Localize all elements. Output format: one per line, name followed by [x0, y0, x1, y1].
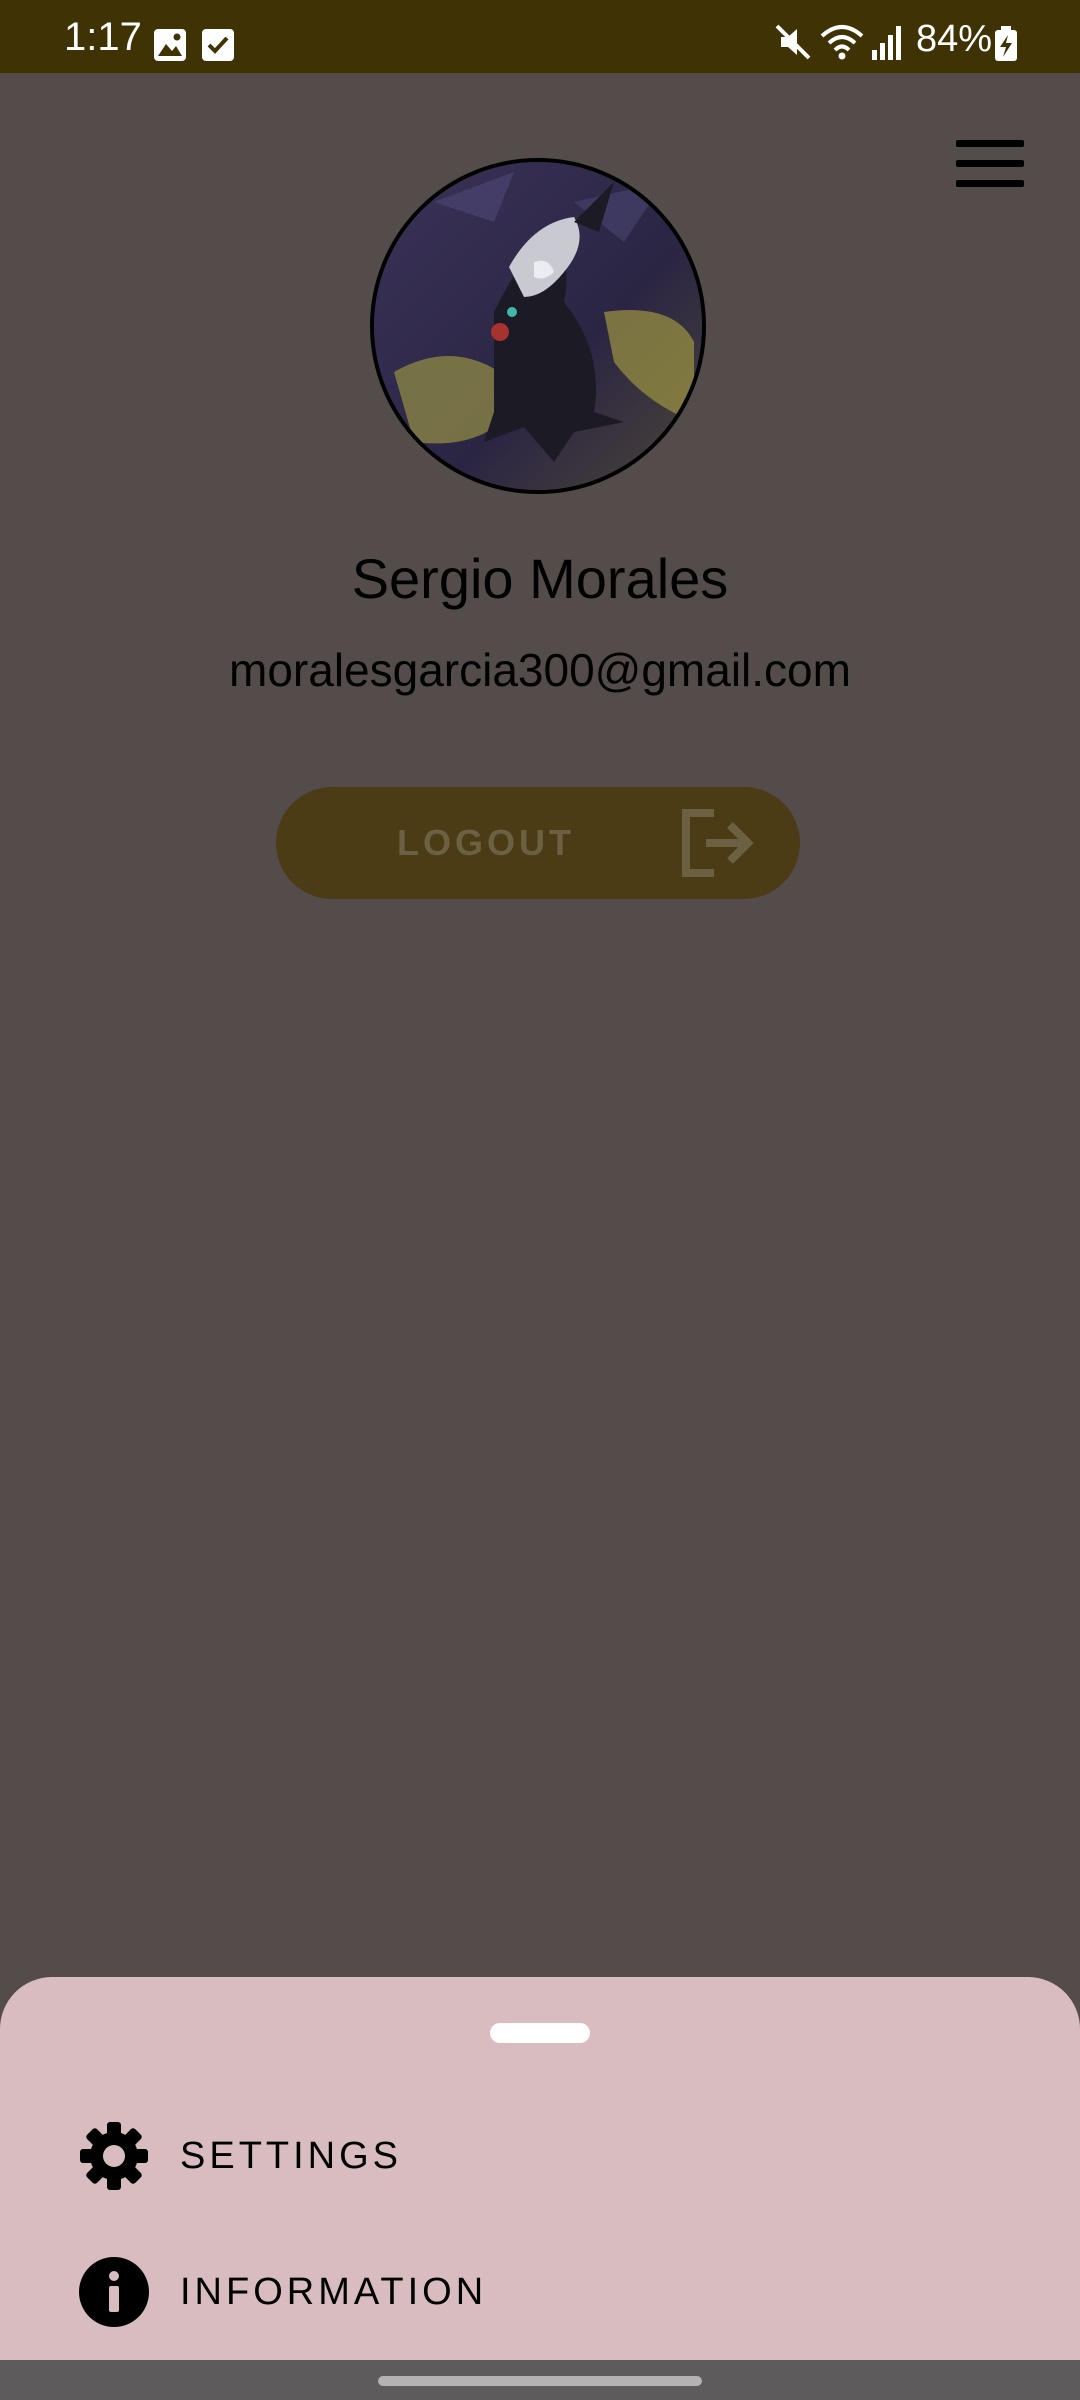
battery-charging-icon — [995, 26, 1017, 61]
wifi-icon — [820, 25, 864, 60]
info-icon — [79, 2257, 149, 2327]
gear-icon — [80, 2122, 148, 2190]
settings-label: SETTINGS — [180, 2135, 403, 2177]
logout-label: LOGOUT — [397, 822, 575, 863]
status-bar: 1:17 84% — [0, 0, 1080, 73]
menu-bar-bottom — [956, 180, 1024, 187]
avatar — [370, 158, 706, 494]
bottom-sheet: SETTINGS INFORMATION — [0, 1977, 1080, 2360]
navigation-bar — [0, 2360, 1080, 2400]
status-time: 1:17 — [64, 15, 142, 59]
menu-bar-middle — [956, 160, 1024, 167]
user-name: Sergio Morales — [351, 547, 729, 610]
hamburger-menu-button[interactable] — [950, 134, 1030, 192]
checkbox-icon — [202, 29, 234, 61]
logout-icon — [682, 809, 754, 877]
menu-bar-top — [956, 140, 1024, 147]
signal-icon — [872, 26, 901, 60]
user-email: moralesgarcia300@gmail.com — [229, 644, 851, 696]
avatar-image — [374, 162, 702, 490]
sheet-item-settings[interactable]: SETTINGS — [0, 2096, 1080, 2216]
mute-icon — [775, 24, 811, 60]
drag-handle[interactable] — [490, 2023, 590, 2043]
logout-button[interactable]: LOGOUT — [276, 787, 800, 899]
battery-percentage: 84% — [916, 18, 993, 60]
gallery-icon — [154, 29, 186, 61]
sheet-item-information[interactable]: INFORMATION — [0, 2232, 1080, 2352]
information-label: INFORMATION — [180, 2271, 488, 2313]
home-gesture-handle[interactable] — [378, 2376, 702, 2386]
